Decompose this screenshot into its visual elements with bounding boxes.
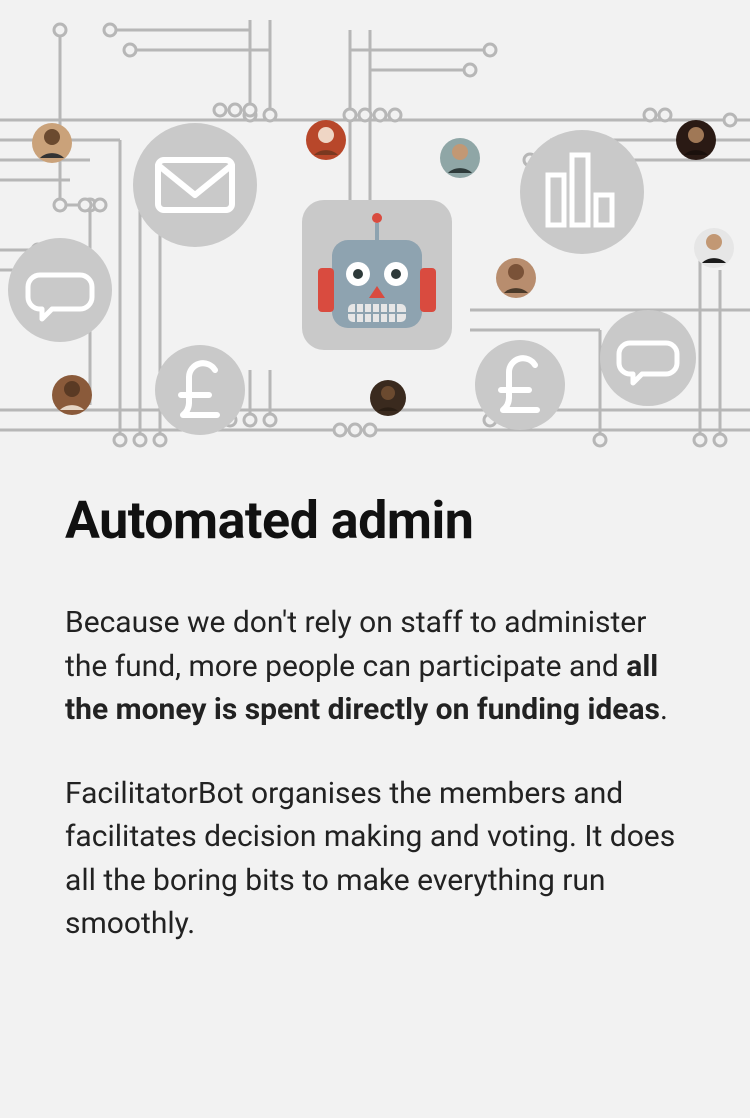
page-heading: Automated admin — [65, 490, 685, 551]
paragraph-1-pre: Because we don't rely on staff to admini… — [65, 605, 646, 684]
avatar — [676, 120, 716, 160]
avatar — [496, 258, 536, 298]
paragraph-2: FacilitatorBot organises the members and… — [65, 772, 685, 946]
avatar — [440, 138, 480, 178]
avatar — [306, 120, 346, 160]
speech-icon-left — [8, 238, 112, 342]
hero-illustration — [0, 0, 750, 450]
pound-icon-right — [475, 340, 565, 430]
chart-icon — [520, 130, 644, 254]
robot-icon — [302, 200, 452, 350]
avatar — [370, 380, 406, 416]
avatar — [32, 123, 72, 163]
content-section: Automated admin Because we don't rely on… — [0, 450, 750, 946]
avatar — [694, 228, 734, 268]
paragraph-1-post: . — [660, 692, 668, 727]
mail-icon — [133, 123, 257, 247]
speech-icon-right — [600, 310, 696, 406]
paragraph-1: Because we don't rely on staff to admini… — [65, 601, 685, 732]
avatar — [52, 375, 92, 415]
pound-icon-left — [155, 345, 245, 435]
